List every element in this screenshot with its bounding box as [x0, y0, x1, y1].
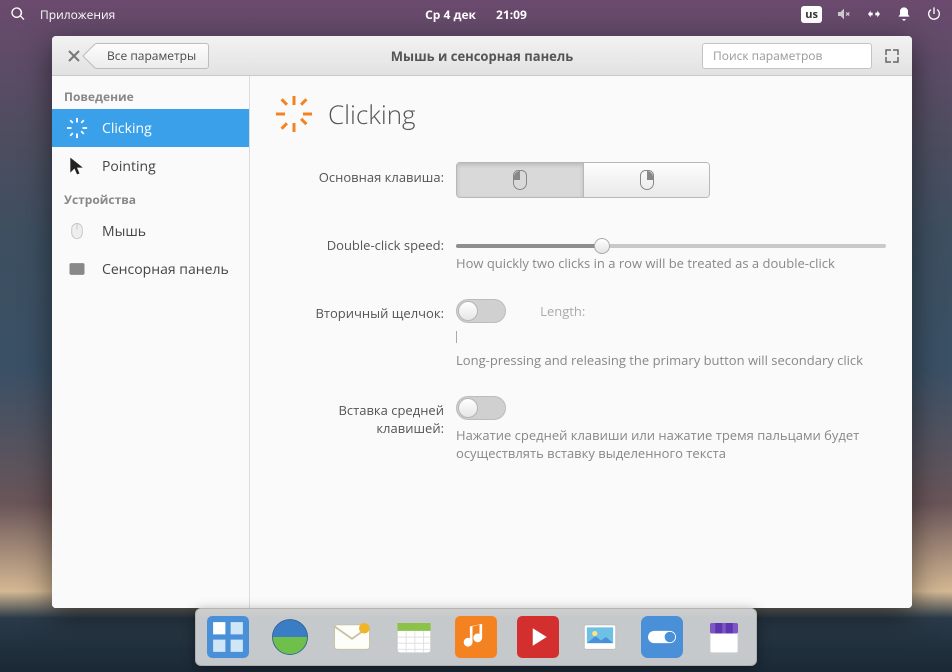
sidebar-section-devices: Устройства: [52, 185, 249, 212]
sidebar-item-mouse[interactable]: Мышь: [52, 212, 249, 250]
settings-window: Все параметры Мышь и сенсорная панель По…: [52, 36, 912, 608]
sidebar-item-touchpad[interactable]: Сенсорная панель: [52, 250, 249, 288]
sidebar: Поведение Clicking Pointing Устройства М…: [52, 76, 250, 608]
titlebar: Все параметры Мышь и сенсорная панель: [52, 36, 912, 76]
dock-multitasking[interactable]: [206, 615, 250, 659]
mouse-right-icon: [640, 170, 654, 190]
dock-switchboard[interactable]: [640, 615, 684, 659]
page-title: Clicking: [328, 96, 416, 132]
middle-paste-label: Вставка средней клавишей:: [276, 395, 456, 437]
maximize-button[interactable]: [882, 46, 902, 66]
dock-appcenter[interactable]: [702, 615, 746, 659]
dock-videos[interactable]: [516, 615, 560, 659]
secondary-click-switch[interactable]: [456, 299, 506, 323]
network-icon[interactable]: [866, 6, 882, 22]
dblclick-description: How quickly two clicks in a row will be …: [456, 254, 886, 272]
dock-photos[interactable]: [578, 615, 622, 659]
sidebar-item-label: Pointing: [102, 157, 156, 176]
dock-calendar[interactable]: [392, 615, 436, 659]
dock-music[interactable]: [454, 615, 498, 659]
mouse-icon: [66, 220, 88, 242]
middle-paste-switch[interactable]: [456, 396, 506, 420]
dock-mail[interactable]: [330, 615, 374, 659]
dock: [195, 608, 757, 666]
secondary-length-label: Length:: [540, 302, 585, 320]
sidebar-section-behavior: Поведение: [52, 82, 249, 109]
dock-browser[interactable]: [268, 615, 312, 659]
secondary-click-description: Long-pressing and releasing the primary …: [456, 351, 886, 369]
primary-button-right[interactable]: [583, 163, 709, 197]
primary-button-left[interactable]: [457, 163, 583, 197]
sidebar-item-clicking[interactable]: Clicking: [52, 109, 249, 147]
window-title: Мышь и сенсорная панель: [391, 47, 573, 65]
keyboard-layout-indicator[interactable]: us: [801, 6, 822, 23]
sidebar-item-label: Мышь: [102, 222, 146, 241]
search-field[interactable]: [702, 43, 872, 69]
content-pane: Clicking Основная клавиша: Double-click …: [250, 76, 912, 608]
panel-time[interactable]: 21:09: [496, 6, 527, 23]
clicking-icon: [66, 117, 88, 139]
mouse-left-icon: [513, 170, 527, 190]
back-all-settings-button[interactable]: Все параметры: [94, 43, 209, 69]
notifications-icon[interactable]: [896, 6, 912, 22]
secondary-click-label: Вторичный щелчок:: [276, 298, 456, 322]
search-input[interactable]: [713, 47, 867, 64]
sidebar-item-pointing[interactable]: Pointing: [52, 147, 249, 185]
primary-button-chooser[interactable]: [456, 162, 710, 198]
cursor-icon: [66, 155, 88, 177]
panel-date[interactable]: Ср 4 дек: [425, 6, 476, 23]
volume-muted-icon[interactable]: [836, 6, 852, 22]
search-icon[interactable]: [10, 6, 26, 22]
apps-menu[interactable]: Приложения: [40, 6, 115, 23]
middle-paste-description: Нажатие средней клавиши или нажатие трем…: [456, 426, 886, 462]
dblclick-speed-slider[interactable]: [456, 244, 886, 248]
clicking-page-icon: [276, 96, 312, 132]
sidebar-item-label: Сенсорная панель: [102, 260, 229, 279]
power-icon[interactable]: [926, 6, 942, 22]
dblclick-label: Double-click speed:: [276, 230, 456, 254]
sidebar-item-label: Clicking: [102, 119, 152, 138]
primary-button-label: Основная клавиша:: [276, 162, 456, 186]
touchpad-icon: [66, 258, 88, 280]
